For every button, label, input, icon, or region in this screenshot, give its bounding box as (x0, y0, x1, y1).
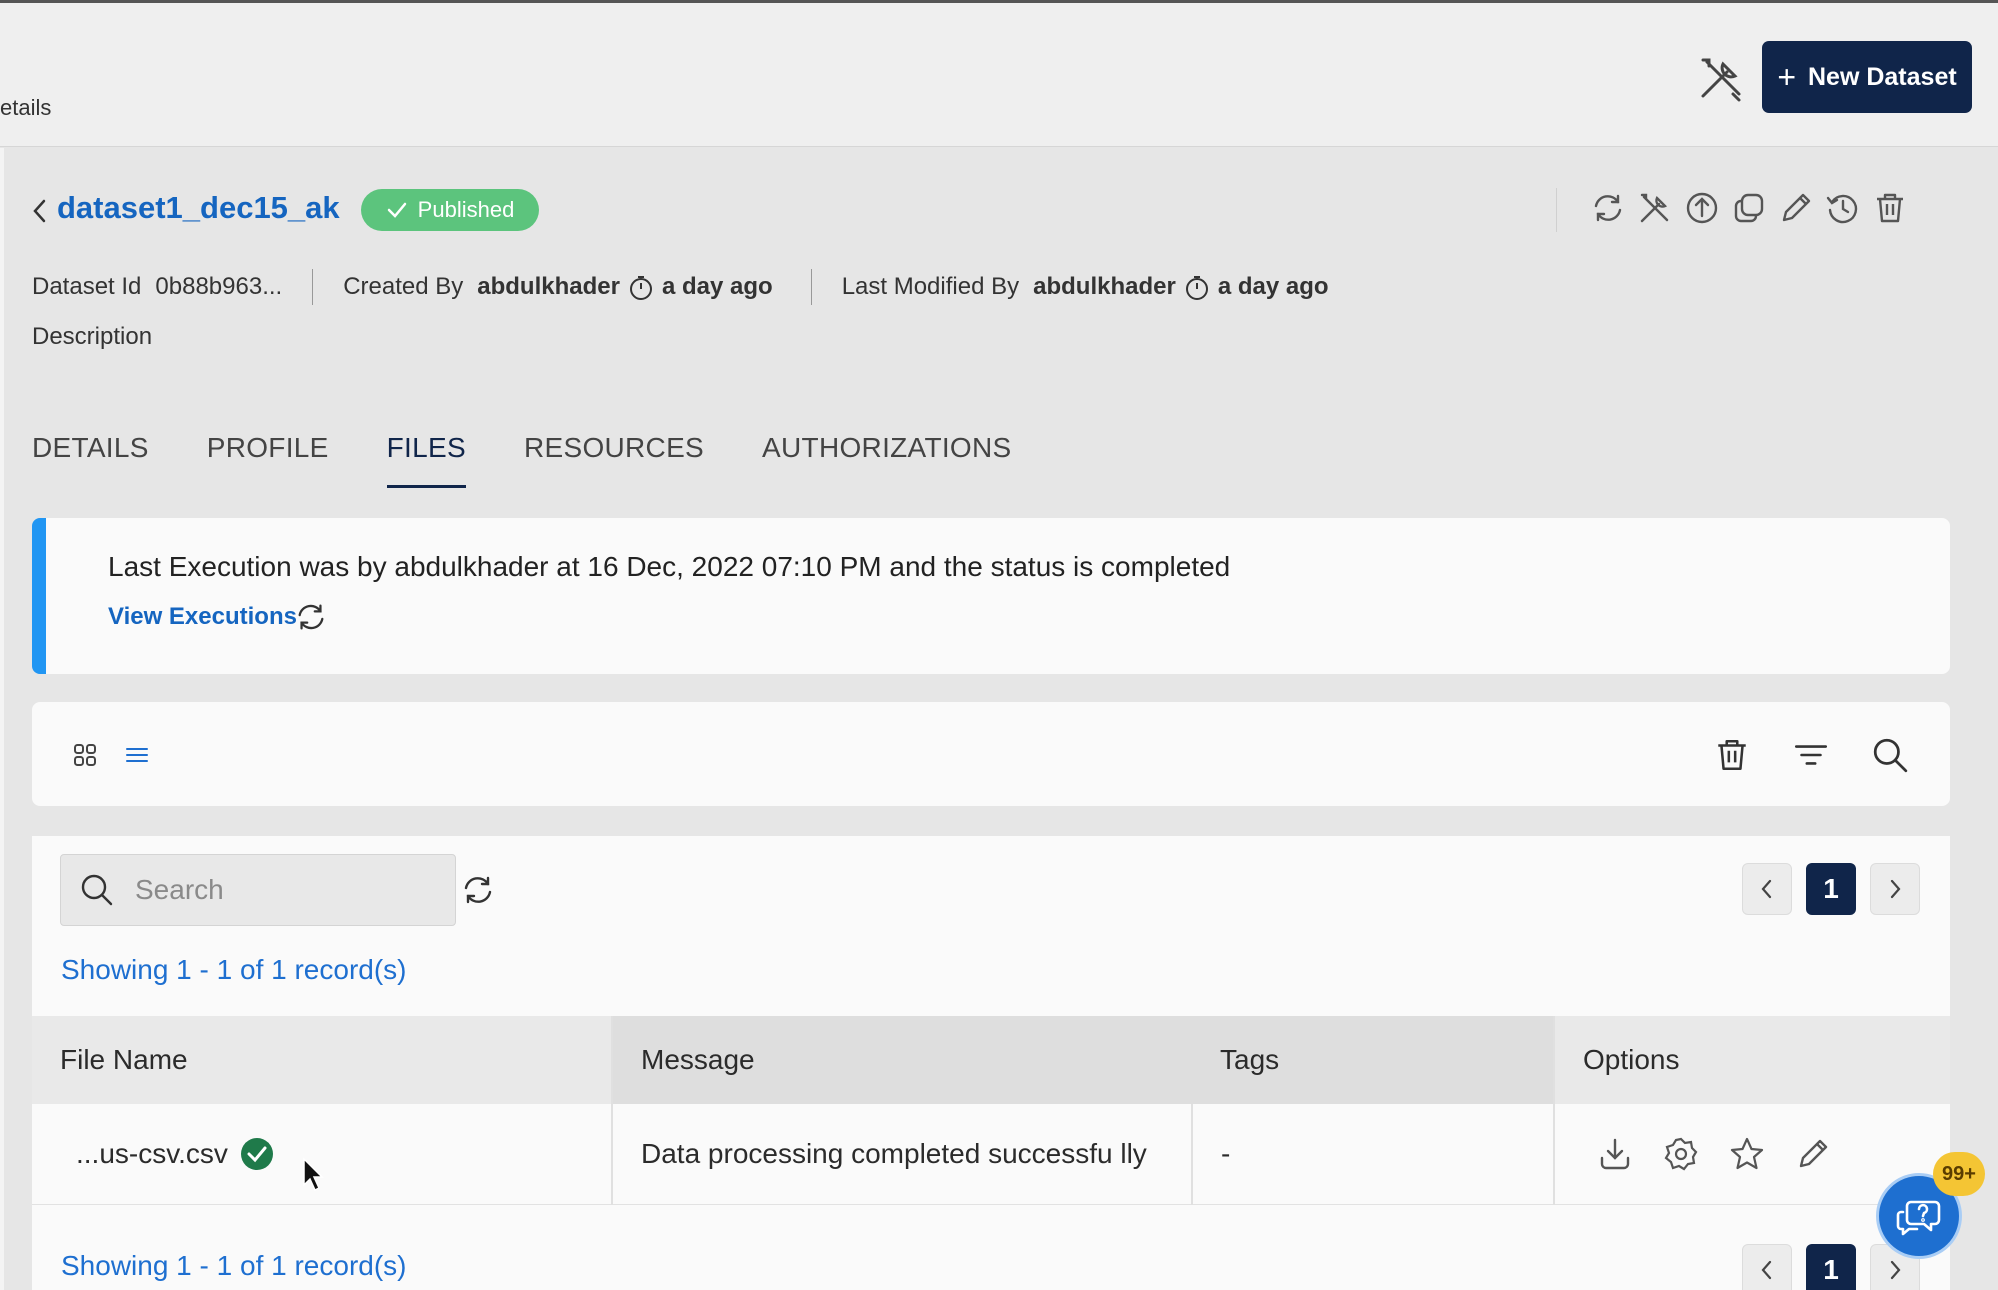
column-header-message[interactable]: Message (611, 1016, 1192, 1104)
check-icon (387, 202, 406, 218)
download-icon[interactable] (1597, 1136, 1633, 1172)
timer-icon (1185, 276, 1208, 300)
filter-icon[interactable] (1792, 736, 1830, 774)
message-cell: Data processing completed successfu lly (611, 1104, 1192, 1205)
page-number-button[interactable]: 1 (1806, 863, 1856, 915)
modified-by-user: abdulkhader (1033, 273, 1176, 300)
help-chat-icon (1896, 1200, 1941, 1236)
edit-icon[interactable] (1795, 1136, 1831, 1172)
search-icon (81, 874, 113, 906)
status-badge: Published (361, 189, 539, 231)
mouse-cursor-icon (303, 1157, 324, 1192)
tab-profile[interactable]: PROFILE (207, 432, 329, 488)
grid-view-icon[interactable] (72, 742, 98, 768)
header-divider (1556, 188, 1557, 232)
next-page-button[interactable] (1870, 863, 1920, 915)
meta-separator (810, 269, 812, 305)
search-input[interactable] (135, 874, 425, 906)
refresh-icon[interactable] (294, 600, 328, 634)
new-dataset-button[interactable]: + New Dataset (1762, 41, 1972, 113)
breadcrumb-tail[interactable]: etails (0, 95, 51, 121)
column-header-tags[interactable]: Tags (1192, 1016, 1554, 1104)
delete-icon[interactable] (1872, 190, 1908, 226)
history-icon[interactable] (1825, 190, 1861, 226)
header-actions (1590, 190, 1908, 226)
top-bar: etails + New Dataset (0, 0, 1998, 147)
refresh-icon[interactable] (460, 872, 496, 908)
delete-icon[interactable] (1713, 736, 1751, 774)
chevron-right-icon (1890, 1260, 1901, 1280)
plus-icon: + (1777, 59, 1796, 95)
dataset-title[interactable]: dataset1_dec15_ak (57, 190, 340, 226)
tab-authorizations[interactable]: AUTHORIZATIONS (762, 432, 1011, 488)
star-icon[interactable] (1729, 1136, 1765, 1172)
view-executions-link[interactable]: View Executions (108, 603, 297, 631)
column-header-file-name[interactable]: File Name (32, 1016, 612, 1104)
timer-icon (629, 276, 652, 300)
tab-resources[interactable]: RESOURCES (524, 432, 704, 488)
settings-icon[interactable] (1663, 1136, 1699, 1172)
notification-badge: 99+ (1933, 1152, 1985, 1196)
chevron-right-icon (1890, 879, 1901, 899)
dataset-meta: Dataset Id 0b88b963... Created By abdulk… (32, 269, 1337, 305)
table-header-row: File Name Message Tags Options (32, 1016, 1950, 1104)
files-toolbar (32, 702, 1950, 806)
pagination-top: 1 (1742, 863, 1920, 915)
description-label: Description (32, 323, 153, 350)
list-view-icon[interactable] (124, 742, 150, 768)
dataset-id-label: Dataset Id (32, 273, 142, 300)
prev-page-button[interactable] (1742, 863, 1792, 915)
records-count-bottom: Showing 1 - 1 of 1 record(s) (61, 1250, 407, 1281)
chevron-left-icon (1761, 879, 1772, 899)
tab-bar: DETAILS PROFILE FILES RESOURCES AUTHORIZ… (32, 432, 1012, 488)
chevron-left-icon (1761, 1260, 1772, 1280)
created-when: a day ago (661, 273, 773, 300)
modified-when: a day ago (1217, 273, 1329, 300)
dataset-id-value: 0b88b963... (155, 273, 283, 300)
prev-page-button[interactable] (1742, 1244, 1792, 1290)
execution-message: Last Execution was by abdulkhader at 16 … (108, 551, 1231, 582)
records-count-top: Showing 1 - 1 of 1 record(s) (61, 954, 407, 985)
success-check-icon (240, 1137, 273, 1170)
column-header-options: Options (1553, 1016, 1950, 1104)
execution-banner: Last Execution was by abdulkhader at 16 … (32, 518, 1950, 674)
upload-icon[interactable] (1684, 190, 1720, 226)
created-by-label: Created By (343, 273, 464, 300)
modified-by-label: Last Modified By (841, 273, 1020, 300)
refresh-icon[interactable] (1590, 190, 1626, 226)
left-panel-edge (0, 148, 4, 1290)
back-chevron-icon[interactable] (30, 197, 48, 225)
edit-icon[interactable] (1778, 190, 1814, 226)
search-icon[interactable] (1871, 736, 1909, 774)
status-label: Published (417, 197, 515, 222)
new-dataset-label: New Dataset (1808, 62, 1957, 91)
tags-cell: - (1191, 1104, 1554, 1205)
tools-icon[interactable] (1693, 50, 1749, 106)
tab-files[interactable]: FILES (386, 432, 466, 488)
file-name[interactable]: ...us-csv.csv (76, 1138, 228, 1170)
files-table-card: 1 Showing 1 - 1 of 1 record(s) File Name… (32, 836, 1950, 1290)
created-by-user: abdulkhader (477, 273, 620, 300)
copy-icon[interactable] (1731, 190, 1767, 226)
tools-icon[interactable] (1637, 190, 1673, 226)
tab-details[interactable]: DETAILS (32, 432, 149, 488)
meta-separator (312, 269, 314, 305)
page-number-button[interactable]: 1 (1806, 1244, 1856, 1290)
search-field[interactable] (60, 854, 456, 926)
